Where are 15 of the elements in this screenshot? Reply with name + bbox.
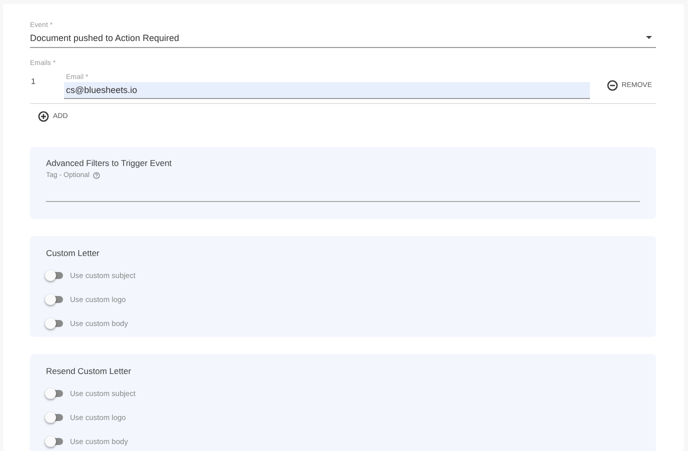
toggle-switch[interactable] xyxy=(46,320,63,326)
toggle-switch[interactable] xyxy=(46,272,63,278)
help-icon[interactable] xyxy=(92,172,100,179)
toggle-switch[interactable] xyxy=(46,438,63,444)
toggle-switch[interactable] xyxy=(46,414,63,420)
panel-title: Resend Custom Letter xyxy=(46,366,132,376)
toggle-switch[interactable] xyxy=(46,390,63,396)
minus-circle-icon xyxy=(606,80,618,91)
panel-title: Advanced Filters to Trigger Event xyxy=(46,158,173,168)
caret-icon xyxy=(646,36,652,39)
toggle-switch[interactable] xyxy=(46,296,63,302)
plus-circle-icon xyxy=(38,111,49,122)
row-number: 1 xyxy=(30,77,36,86)
panel-title: Custom Letter xyxy=(46,248,100,258)
event-select[interactable]: Document pushed to Action Required xyxy=(30,29,656,48)
